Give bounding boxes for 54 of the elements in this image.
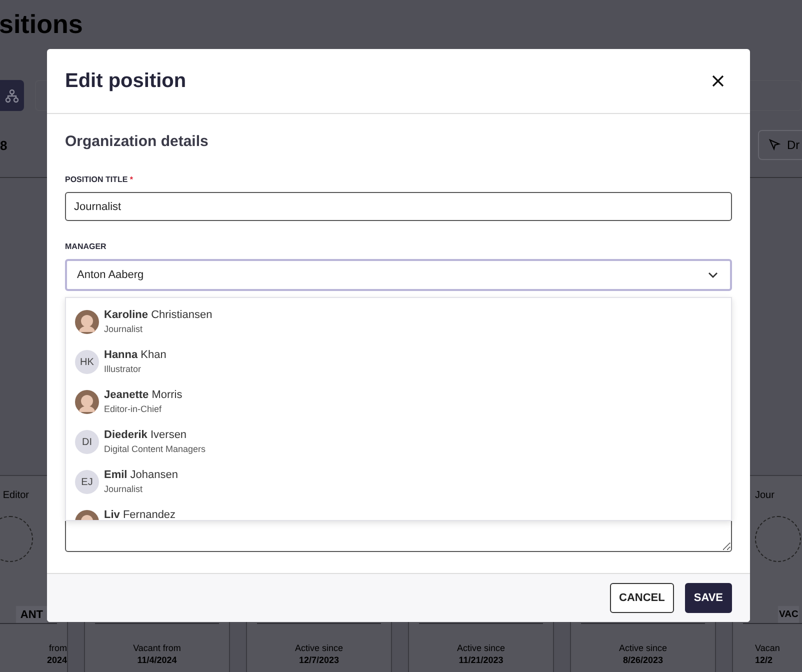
card-status: Active since	[294, 642, 344, 654]
cursor-icon	[769, 139, 781, 151]
empty-avatar-icon	[0, 516, 33, 562]
card-status: Active since	[456, 642, 506, 654]
option-name: Hanna Khan	[104, 348, 166, 363]
card-date: 12/2	[755, 654, 773, 666]
card-date: 11/21/2023	[458, 654, 504, 666]
card-date: 12/7/2023	[298, 654, 340, 666]
chevron-down-icon	[708, 272, 718, 278]
field-label: POSITION TITLE *	[65, 175, 134, 184]
card-status: Vacan	[755, 642, 780, 654]
manager-option[interactable]: EJ Emil Johansen Journalist	[66, 462, 731, 502]
manager-option[interactable]: DI Diederik Iversen Digital Content Managers	[66, 422, 731, 462]
card-role: Editor	[2, 490, 29, 501]
initials-avatar: HK	[75, 350, 99, 374]
option-role: Editor-in-Chief	[104, 403, 163, 416]
section-heading: Organization details	[65, 133, 210, 151]
dialog-title: Edit position	[65, 70, 186, 92]
card-status: Active since	[618, 642, 668, 654]
hierarchy-button[interactable]	[0, 80, 24, 111]
manager-select[interactable]: Anton Aaberg	[65, 259, 732, 291]
option-role: Illustrator	[104, 363, 142, 376]
page-title: sitions	[0, 9, 84, 39]
save-button[interactable]: SAVE	[684, 583, 732, 613]
card-date: 2024	[46, 654, 67, 666]
card-role: Jour	[755, 490, 774, 501]
option-name: Diederik Iversen	[104, 428, 188, 443]
empty-avatar-icon	[755, 516, 801, 562]
person-avatar-icon	[75, 310, 99, 334]
position-title-field[interactable]: Journalist	[65, 192, 732, 221]
status-badge: ANT	[16, 606, 47, 624]
field-label: MANAGER	[65, 242, 108, 251]
cancel-button[interactable]: CANCEL	[610, 583, 674, 613]
manager-option[interactable]: HK Hanna Khan Illustrator	[66, 342, 731, 382]
status-badge: VAC	[778, 606, 800, 623]
option-role: Journalist	[104, 323, 144, 336]
option-name: Jeanette Morris	[104, 388, 182, 403]
card-date: 8/26/2023	[622, 654, 664, 666]
initials-avatar: EJ	[75, 470, 99, 494]
card-date: 11/4/2024	[137, 654, 177, 666]
card-status: from	[49, 642, 67, 654]
option-role: Digital Content Managers	[104, 443, 206, 456]
option-role: Journalist	[104, 483, 144, 496]
option-name: Karoline Christiansen	[104, 308, 212, 323]
option-name: Liv Fernandez	[104, 508, 176, 520]
close-icon[interactable]	[712, 75, 724, 87]
manager-option[interactable]: Jeanette Morris Editor-in-Chief	[66, 382, 731, 422]
initials-avatar: DI	[75, 430, 99, 454]
manager-option[interactable]: Karoline Christiansen Journalist	[66, 302, 731, 342]
hierarchy-icon	[5, 88, 20, 102]
position-count: 8	[0, 138, 8, 152]
card-status: Vacant from	[133, 642, 181, 654]
person-avatar-icon	[75, 390, 99, 414]
option-name: Emil Johansen	[104, 468, 178, 483]
